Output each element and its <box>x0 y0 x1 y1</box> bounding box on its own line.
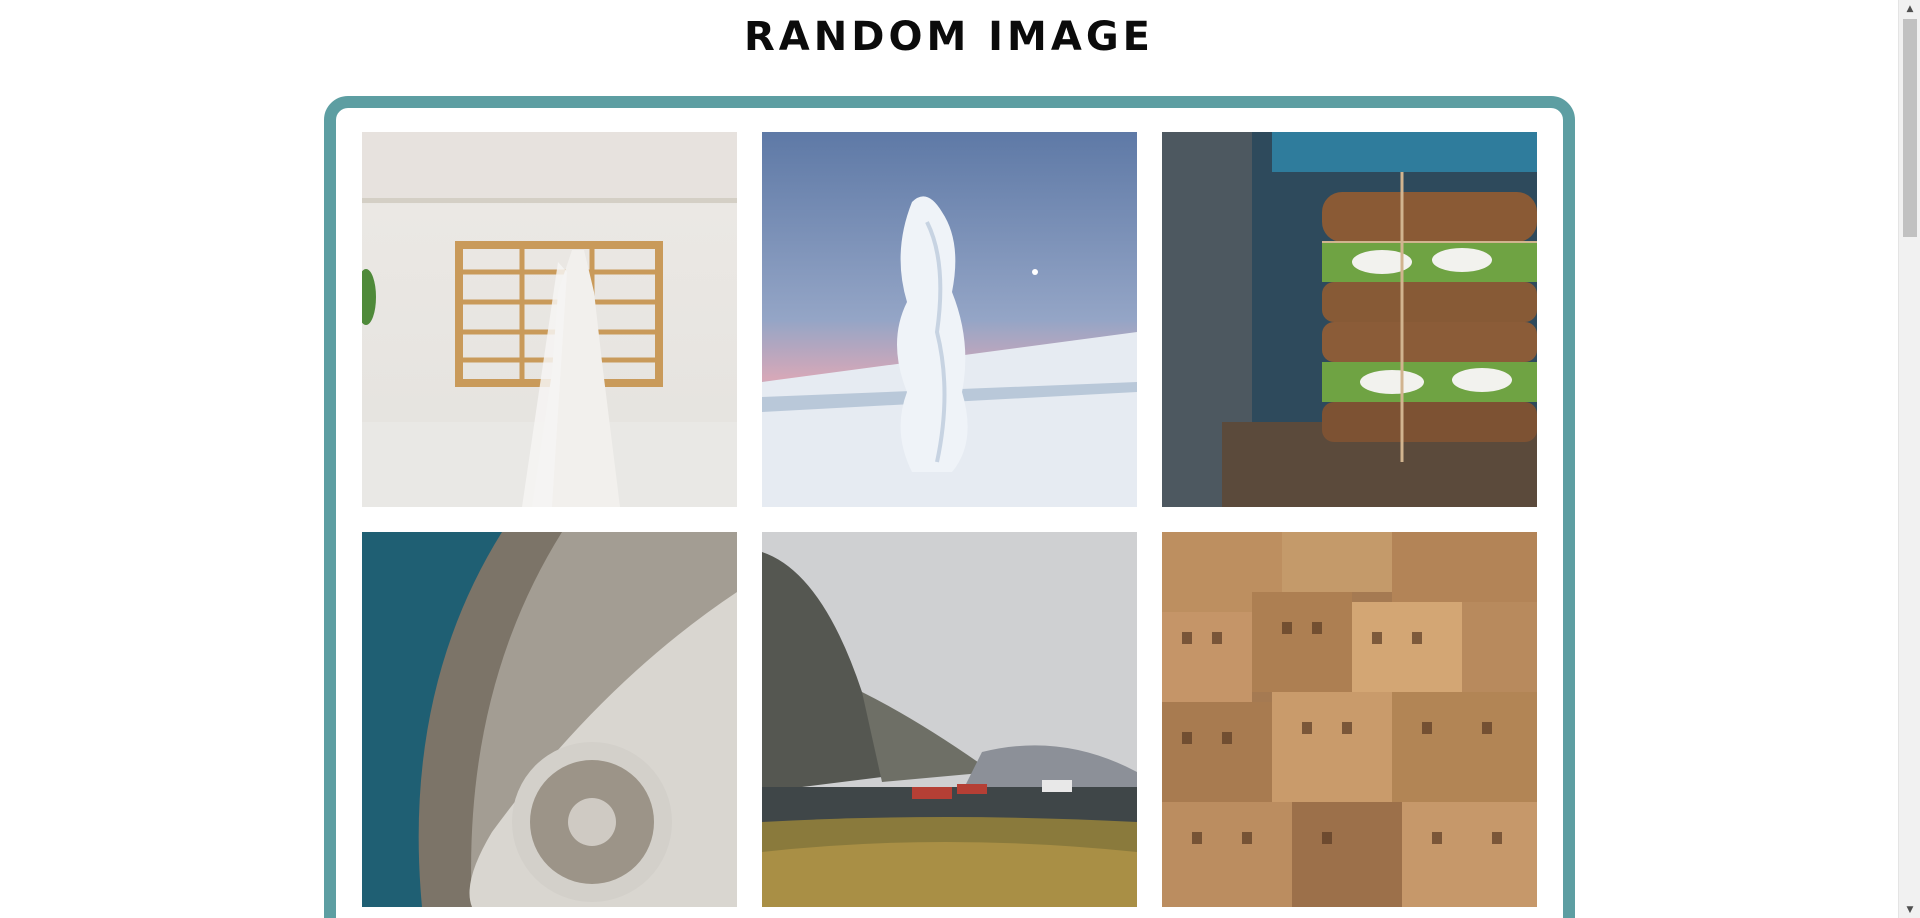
page: RANDOM IMAGE ▲ ▼ <box>0 0 1920 918</box>
chevron-down-icon[interactable]: ▼ <box>1899 901 1920 918</box>
city-buildings-graphic <box>1162 532 1537 907</box>
wedding-dress-window-image[interactable] <box>362 132 737 507</box>
vertical-scrollbar[interactable]: ▲ ▼ <box>1898 0 1920 918</box>
page-title: RANDOM IMAGE <box>744 14 1154 60</box>
snowy-tree-graphic <box>762 132 1137 507</box>
scrollbar-thumb[interactable] <box>1903 19 1917 237</box>
fjord-mountain-image[interactable] <box>762 532 1137 907</box>
snowy-tree-image[interactable] <box>762 132 1137 507</box>
wedding-dress-window-graphic <box>362 132 737 507</box>
sandwich-graphic <box>1162 132 1537 507</box>
breakwater-aerial-graphic <box>362 532 737 907</box>
fjord-mountain-graphic <box>762 532 1137 907</box>
image-gallery-frame <box>324 96 1575 918</box>
city-buildings-image[interactable] <box>1162 532 1537 907</box>
chevron-up-icon[interactable]: ▲ <box>1899 0 1920 17</box>
sandwich-image[interactable] <box>1162 132 1537 507</box>
breakwater-aerial-image[interactable] <box>362 532 737 907</box>
